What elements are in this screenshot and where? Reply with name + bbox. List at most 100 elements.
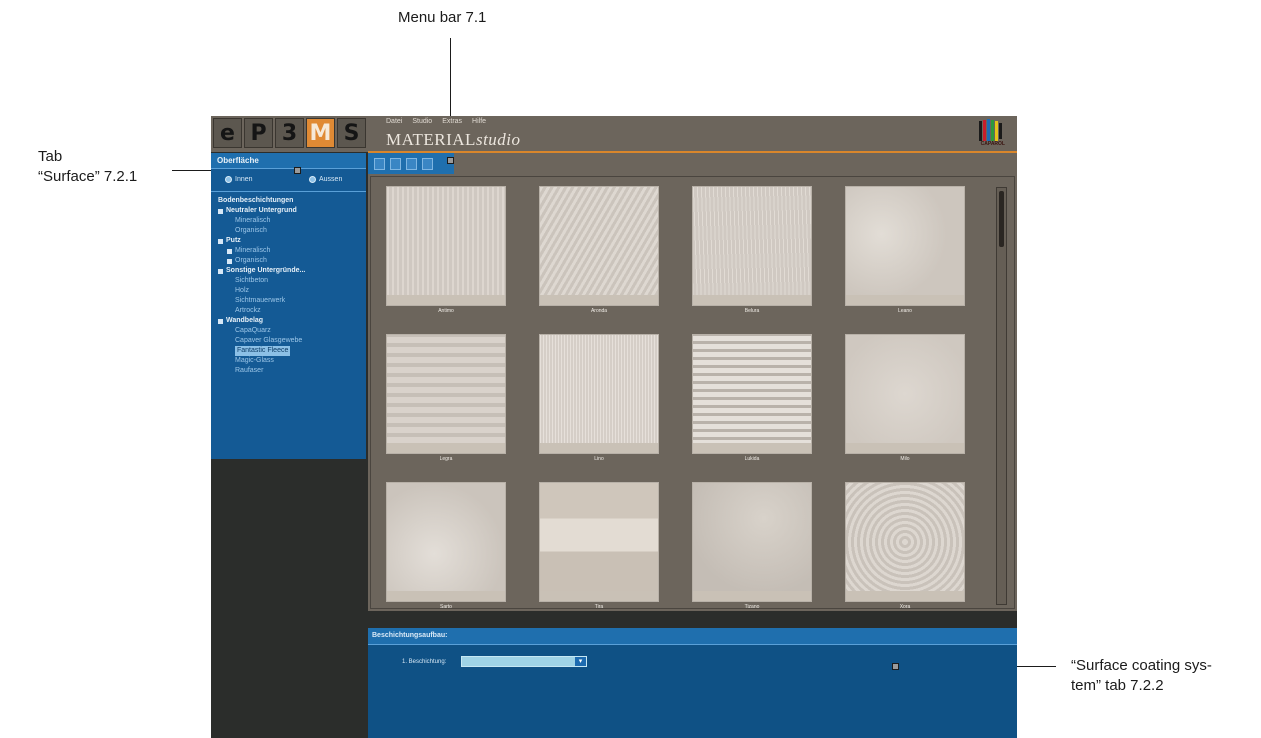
tab-coating-system[interactable]: Beschichtungsaufbau: — [368, 628, 1017, 645]
callout-tab-surface: Tab “Surface” 7.2.1 — [38, 147, 137, 187]
tree-item[interactable]: Artrockz — [211, 306, 366, 316]
menu-item-studio[interactable]: Studio — [412, 118, 432, 125]
radio-outside-label: Aussen — [319, 176, 343, 183]
material-name: Leano — [898, 308, 912, 314]
material-tile[interactable]: Lino — [539, 334, 659, 476]
tree-group[interactable]: Bodenbeschichtungen — [211, 196, 366, 206]
tree-group[interactable]: Wandbelag — [211, 316, 366, 326]
swatch-info-band — [540, 443, 658, 453]
material-name: Milo — [900, 456, 910, 462]
tree-item[interactable]: Organisch — [211, 256, 366, 266]
material-tile[interactable]: Legra — [386, 334, 506, 476]
save-icon[interactable] — [406, 157, 417, 170]
tree-item[interactable]: Sichtmauerwerk — [211, 296, 366, 306]
coating-1-select[interactable]: ▾ — [461, 656, 587, 667]
callout-tab-surface-line1: Tab — [38, 148, 63, 165]
radio-outside[interactable]: Aussen — [309, 176, 342, 183]
tree-item-label: Capaver Glasgewebe — [235, 337, 303, 344]
material-tile[interactable]: Sarto — [386, 482, 506, 624]
swatch-info-band — [387, 295, 505, 305]
tree-item-label: Holz — [235, 287, 250, 294]
swatch-info-band — [846, 591, 964, 601]
material-name: Belura — [744, 308, 760, 314]
material-swatch[interactable] — [845, 186, 965, 306]
new-file-icon[interactable] — [374, 157, 385, 170]
tree-item[interactable]: Raufaser — [211, 366, 366, 376]
material-tile[interactable]: Belura — [692, 186, 812, 328]
material-swatch[interactable] — [845, 482, 965, 602]
tree-group[interactable]: Putz — [211, 236, 366, 246]
expand-toggle-icon[interactable] — [218, 318, 223, 324]
material-grid: Antimo Aronda Belura Leano Legra Lino Lukida Mi… — [370, 176, 1015, 610]
material-swatch[interactable] — [692, 334, 812, 454]
material-tile[interactable]: Tizano — [692, 482, 812, 624]
material-tile[interactable]: Lukida — [692, 334, 812, 476]
material-swatch[interactable] — [692, 482, 812, 602]
scrollbar-thumb[interactable] — [999, 191, 1004, 247]
callout-tab-surface-line2: “Surface” 7.2.1 — [38, 168, 138, 185]
material-swatch[interactable] — [692, 186, 812, 306]
material-name: Sarto — [440, 604, 452, 610]
material-tile[interactable]: Aronda — [539, 186, 659, 328]
tree-item[interactable]: Magic-Glass — [211, 356, 366, 366]
swatch-info-band — [693, 443, 811, 453]
tree-group[interactable]: Sonstige Untergründe... — [211, 266, 366, 276]
material-tile[interactable]: Leano — [845, 186, 965, 328]
tree-item-label: Sonstige Untergründe... — [226, 267, 306, 274]
coating-1-label: 1. Beschichtung: — [402, 659, 447, 665]
swatch-info-band — [387, 443, 505, 453]
material-name: Xora — [899, 604, 911, 610]
logo-letter: e — [213, 118, 242, 148]
tree-item-label: Neutraler Untergrund — [226, 207, 297, 214]
menu-item-hilfe[interactable]: Hilfe — [472, 118, 486, 125]
expand-toggle-icon[interactable] — [218, 268, 223, 274]
material-name: Antimo — [438, 308, 454, 314]
expand-toggle-icon[interactable] — [218, 238, 223, 244]
swatch-info-band — [846, 295, 964, 305]
sidebar: Oberfläche Innen Aussen Bodenbeschichtun… — [211, 153, 368, 738]
material-name: Lukida — [744, 456, 760, 462]
tab-surface[interactable]: Oberfläche — [211, 153, 366, 169]
menu-item-extras[interactable]: Extras — [442, 118, 462, 125]
open-icon[interactable] — [390, 157, 401, 170]
gallery-scrollbar[interactable] — [996, 187, 1007, 605]
material-swatch[interactable] — [386, 482, 506, 602]
tree-item[interactable]: Holz — [211, 286, 366, 296]
tree-item[interactable]: Organisch — [211, 226, 366, 236]
app-title: MATERIALstudio — [386, 130, 521, 150]
material-tile[interactable]: Antimo — [386, 186, 506, 328]
material-swatch[interactable] — [539, 482, 659, 602]
app-title-italic: studio — [475, 130, 521, 149]
expand-toggle-icon[interactable] — [227, 248, 232, 254]
tree-item[interactable]: Mineralisch — [211, 216, 366, 226]
material-swatch[interactable] — [539, 186, 659, 306]
expand-toggle-icon[interactable] — [227, 258, 232, 264]
material-tile[interactable]: Xora — [845, 482, 965, 624]
expand-toggle-icon[interactable] — [218, 208, 223, 214]
tree-item-label: Organisch — [235, 257, 267, 264]
material-swatch[interactable] — [845, 334, 965, 454]
tree-item[interactable]: Fantastic Fleece — [211, 346, 366, 356]
tree-item[interactable]: Capaver Glasgewebe — [211, 336, 366, 346]
tree-item[interactable]: CapaQuarz — [211, 326, 366, 336]
material-swatch[interactable] — [539, 334, 659, 454]
radio-dot-icon — [225, 176, 232, 183]
material-swatch[interactable] — [386, 186, 506, 306]
callout-coating-line1: “Surface coating sys- — [1071, 657, 1212, 674]
material-name: Aronda — [590, 308, 608, 314]
print-icon[interactable] — [422, 157, 433, 170]
material-swatch[interactable] — [386, 334, 506, 454]
material-tile[interactable]: Tira — [539, 482, 659, 624]
tree-item-label: Putz — [226, 237, 241, 244]
logo-letter: 3 — [275, 118, 304, 148]
chevron-down-icon[interactable]: ▾ — [575, 657, 586, 666]
material-tile[interactable]: Milo — [845, 334, 965, 476]
tree-item-label: Organisch — [235, 227, 267, 234]
tree-item[interactable]: Mineralisch — [211, 246, 366, 256]
tree-group[interactable]: Neutraler Untergrund — [211, 206, 366, 216]
material-gallery: Antimo Aronda Belura Leano Legra Lino Lukida Mi… — [368, 174, 1017, 611]
tree-item[interactable]: Sichtbeton — [211, 276, 366, 286]
menu-item-datei[interactable]: Datei — [386, 118, 402, 125]
radio-inside[interactable]: Innen — [225, 176, 253, 183]
coating-system-panel: Beschichtungsaufbau: 1. Beschichtung: ▾ — [368, 628, 1017, 738]
